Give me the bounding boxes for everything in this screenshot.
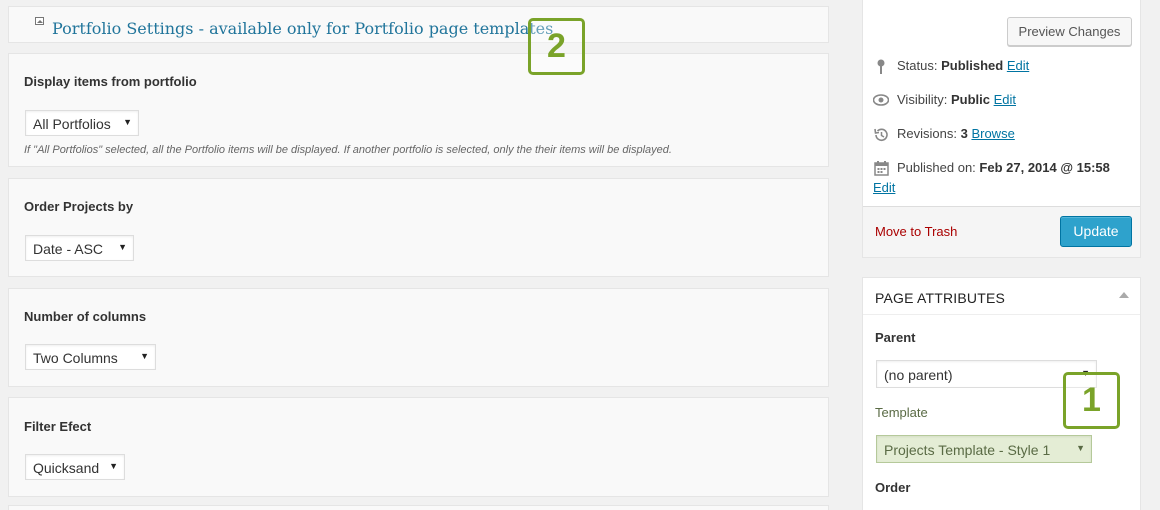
status-label: Status:: [897, 58, 938, 73]
section-display-items: Display items from portfolio All Portfol…: [8, 53, 829, 167]
status-value: Published: [941, 58, 1004, 73]
publish-actions: Move to Trash Update: [863, 206, 1140, 257]
section-filter-effect: Filter Efect Quicksand ▼: [8, 397, 829, 497]
published-on-edit-row: Edit: [873, 180, 895, 195]
page-attributes-title: PAGE ATTRIBUTES: [875, 290, 1006, 306]
section-order-projects: Order Projects by Date - ASC ▼: [8, 178, 829, 277]
template-select[interactable]: Projects Template - Style 1 ▼: [876, 435, 1092, 463]
revisions-browse-link[interactable]: Browse: [971, 126, 1014, 141]
annotation-badge-1: 1: [1063, 372, 1120, 429]
portfolio-select[interactable]: All Portfolios ▼: [25, 110, 139, 136]
revisions-label: Revisions:: [897, 126, 957, 141]
move-to-trash-link[interactable]: Move to Trash: [875, 224, 957, 239]
filter-effect-select[interactable]: Quicksand ▼: [25, 454, 125, 480]
triangle-up-icon[interactable]: [1119, 292, 1129, 298]
template-label: Template: [875, 405, 928, 420]
published-on-row: Published on: Feb 27, 2014 @ 15:58: [873, 160, 1110, 177]
update-button[interactable]: Update: [1060, 216, 1132, 247]
page-attributes-header[interactable]: PAGE ATTRIBUTES: [863, 278, 1140, 315]
revisions-row: Revisions: 3 Browse: [873, 126, 1015, 143]
visibility-label: Visibility:: [897, 92, 948, 107]
triangle-down-icon: ▼: [118, 242, 127, 252]
parent-select-value: (no parent): [884, 367, 953, 383]
history-icon: [873, 127, 889, 143]
section-number-columns: Number of columns Two Columns ▼: [8, 288, 829, 387]
triangle-down-icon: ▼: [140, 351, 149, 361]
visibility-value: Public: [950, 92, 990, 107]
published-on-edit-link[interactable]: Edit: [873, 180, 895, 195]
preview-changes-button[interactable]: Preview Changes: [1007, 17, 1132, 46]
status-edit-link[interactable]: Edit: [1007, 58, 1029, 73]
portfolio-settings-title: Portfolio Settings - available only for …: [52, 19, 554, 38]
published-on-label: Published on:: [897, 160, 976, 175]
portfolio-help-text: If "All Portfolios" selected, all the Po…: [24, 144, 672, 156]
order-select[interactable]: Date - ASC ▼: [25, 235, 134, 261]
calendar-icon: [873, 160, 889, 177]
revisions-value: 3: [960, 126, 968, 141]
section-next: [8, 505, 829, 510]
triangle-down-icon: ▼: [1076, 443, 1085, 453]
image-icon: [35, 17, 44, 25]
triangle-down-icon: ▼: [109, 461, 118, 471]
template-select-value: Projects Template - Style 1: [884, 442, 1051, 458]
filter-effect-select-value: Quicksand: [33, 460, 100, 476]
order-select-value: Date - ASC: [33, 241, 104, 257]
visibility-row: Visibility: Public Edit: [872, 92, 1016, 109]
section-label-display-items: Display items from portfolio: [24, 74, 197, 89]
annotation-badge-2: 2: [528, 18, 585, 75]
portfolio-select-value: All Portfolios: [33, 116, 111, 132]
status-row: Status: Published Edit: [873, 58, 1029, 75]
triangle-down-icon: ▼: [123, 117, 132, 127]
pin-icon: [873, 59, 889, 75]
columns-select-value: Two Columns: [33, 350, 118, 366]
parent-label: Parent: [875, 330, 916, 345]
section-label-order-projects: Order Projects by: [24, 199, 134, 214]
section-label-filter-effect: Filter Efect: [24, 419, 92, 434]
order-label: Order: [875, 480, 911, 495]
portfolio-settings-header: Portfolio Settings - available only for …: [8, 6, 829, 43]
columns-select[interactable]: Two Columns ▼: [25, 344, 156, 370]
visibility-edit-link[interactable]: Edit: [994, 92, 1016, 107]
section-label-number-columns: Number of columns: [24, 309, 147, 324]
eye-icon: [872, 93, 890, 109]
publish-box: Preview Changes Status: Published Edit V…: [862, 0, 1141, 258]
published-on-value: Feb 27, 2014 @ 15:58: [979, 160, 1110, 175]
